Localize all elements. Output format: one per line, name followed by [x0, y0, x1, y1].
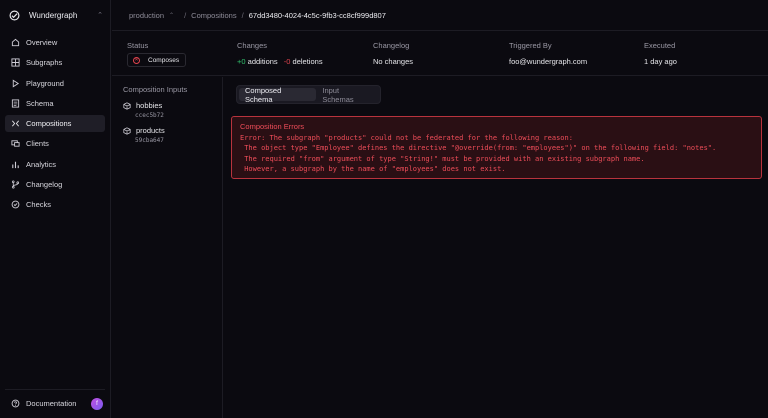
subgraph-hash: ccec5b72	[135, 112, 164, 119]
error-line: The required "from" argument of type "St…	[240, 154, 645, 163]
sidebar-item-label: Compositions	[26, 119, 72, 129]
avatar[interactable]: f	[91, 397, 103, 410]
status-label: Status	[127, 41, 149, 50]
sidebar-item-label: Schema	[26, 98, 54, 108]
sidebar-item-playground[interactable]: Playground	[5, 75, 105, 92]
composition-input-item[interactable]: hobbies ccec5b72	[123, 101, 222, 119]
error-line: The object type "Employee" defines the d…	[240, 144, 717, 153]
tab-input-schemas[interactable]: Input Schemas	[316, 86, 378, 104]
git-branch-icon	[11, 180, 20, 189]
breadcrumb-separator: /	[184, 10, 187, 20]
additions-text: additions	[247, 57, 278, 66]
triggered-by-label: Triggered By	[509, 41, 552, 50]
subgraph-hash: 59cba647	[135, 137, 164, 144]
cube-icon	[123, 126, 131, 135]
changes-value: +0 additions -0 deletions	[237, 57, 323, 66]
sidebar-nav: Overview Subgraphs Playground Schema Com…	[5, 34, 105, 217]
check-circle-icon	[11, 200, 20, 209]
bar-chart-icon	[11, 160, 20, 169]
breadcrumb-namespace[interactable]: production	[129, 11, 164, 20]
sidebar-item-compositions[interactable]: Compositions	[5, 115, 105, 133]
sidebar-item-subgraphs[interactable]: Subgraphs	[5, 54, 105, 71]
executed-label: Executed	[644, 41, 676, 50]
sidebar-item-analytics[interactable]: Analytics	[5, 156, 105, 173]
sidebar-item-label: Checks	[26, 200, 52, 210]
changes-label: Changes	[237, 41, 268, 50]
triggered-by-column: Triggered By foo@wundergraph.com	[509, 41, 587, 66]
changelog-column: Changelog No changes	[373, 41, 413, 66]
chevron-up-down-icon[interactable]: ⌃	[169, 12, 174, 19]
status-column: Status ✕ Composes	[127, 41, 187, 67]
additions-count: +0	[237, 57, 246, 66]
org-name: Wundergraph	[29, 10, 78, 20]
sidebar-item-schema[interactable]: Schema	[5, 95, 105, 112]
error-x-icon: ✕	[133, 56, 140, 64]
breadcrumb-separator: /	[241, 10, 244, 20]
composition-inputs: Composition Inputs hobbies ccec5b72 prod…	[112, 77, 223, 418]
composition-errors-title: Composition Errors	[240, 122, 305, 131]
clients-icon	[11, 139, 20, 148]
sidebar-item-label: Analytics	[26, 159, 57, 169]
tab-composed-schema[interactable]: Composed Schema	[239, 86, 317, 104]
status-value: Composes	[148, 56, 180, 64]
chevron-up-down-icon: ⌃	[97, 12, 103, 19]
composition-info: Status ✕ Composes Changes +0 additions -…	[112, 32, 768, 76]
breadcrumb-compositions[interactable]: Compositions	[191, 11, 236, 20]
schema-tabs: Composed Schema Input Schemas	[236, 85, 381, 104]
deletions-count: -0	[283, 57, 291, 66]
composition-input-item[interactable]: products 59cba647	[123, 126, 222, 144]
documentation-link[interactable]: Documentation	[26, 399, 76, 408]
subgraph-name: hobbies	[136, 101, 163, 110]
error-line: However, a subgraph by the name of "empl…	[240, 164, 506, 173]
sidebar-item-label: Overview	[26, 38, 58, 47]
triggered-by-value: foo@wundergraph.com	[509, 57, 588, 66]
executed-value: 1 day ago	[644, 57, 677, 66]
sidebar-footer: Documentation f	[5, 389, 105, 417]
error-line: Error: The subgraph "products" could not…	[240, 134, 573, 142]
help-circle-icon	[11, 399, 20, 408]
sidebar-item-label: Subgraphs	[26, 58, 63, 68]
subgraph-name: products	[136, 126, 165, 135]
org-switcher[interactable]: Wundergraph ⌃	[9, 8, 103, 22]
document-icon	[11, 99, 20, 108]
sidebar-item-overview[interactable]: Overview	[5, 34, 105, 51]
sidebar: Wundergraph ⌃ Overview Subgraphs Playgro…	[0, 0, 111, 418]
breadcrumb: production ⌃ / Compositions / 67dd3480-4…	[112, 0, 768, 31]
sidebar-item-clients[interactable]: Clients	[5, 135, 105, 152]
executed-column: Executed 1 day ago	[644, 41, 677, 66]
changes-column: Changes +0 additions -0 deletions	[237, 41, 323, 66]
deletions-text: deletions	[292, 57, 323, 66]
composition-errors-panel: Composition Errors Error: The subgraph "…	[231, 116, 762, 179]
sidebar-item-label: Changelog	[26, 180, 63, 190]
grid-icon	[11, 58, 20, 67]
changelog-label: Changelog	[373, 41, 410, 50]
cube-icon	[123, 101, 131, 110]
breadcrumb-current: 67dd3480-4024-4c5c-9fb3-cc8cf999d807	[248, 10, 386, 20]
changelog-value: No changes	[373, 57, 414, 66]
sidebar-item-checks[interactable]: Checks	[5, 196, 105, 213]
sidebar-item-label: Clients	[26, 139, 49, 149]
play-icon	[11, 79, 20, 88]
sidebar-item-label: Playground	[26, 78, 64, 88]
compose-icon	[11, 119, 20, 128]
sidebar-item-changelog[interactable]: Changelog	[5, 176, 105, 193]
composition-inputs-title: Composition Inputs	[123, 85, 188, 94]
home-icon	[11, 38, 20, 47]
wundergraph-logo-icon	[9, 10, 20, 21]
status-badge: ✕ Composes	[127, 53, 187, 67]
